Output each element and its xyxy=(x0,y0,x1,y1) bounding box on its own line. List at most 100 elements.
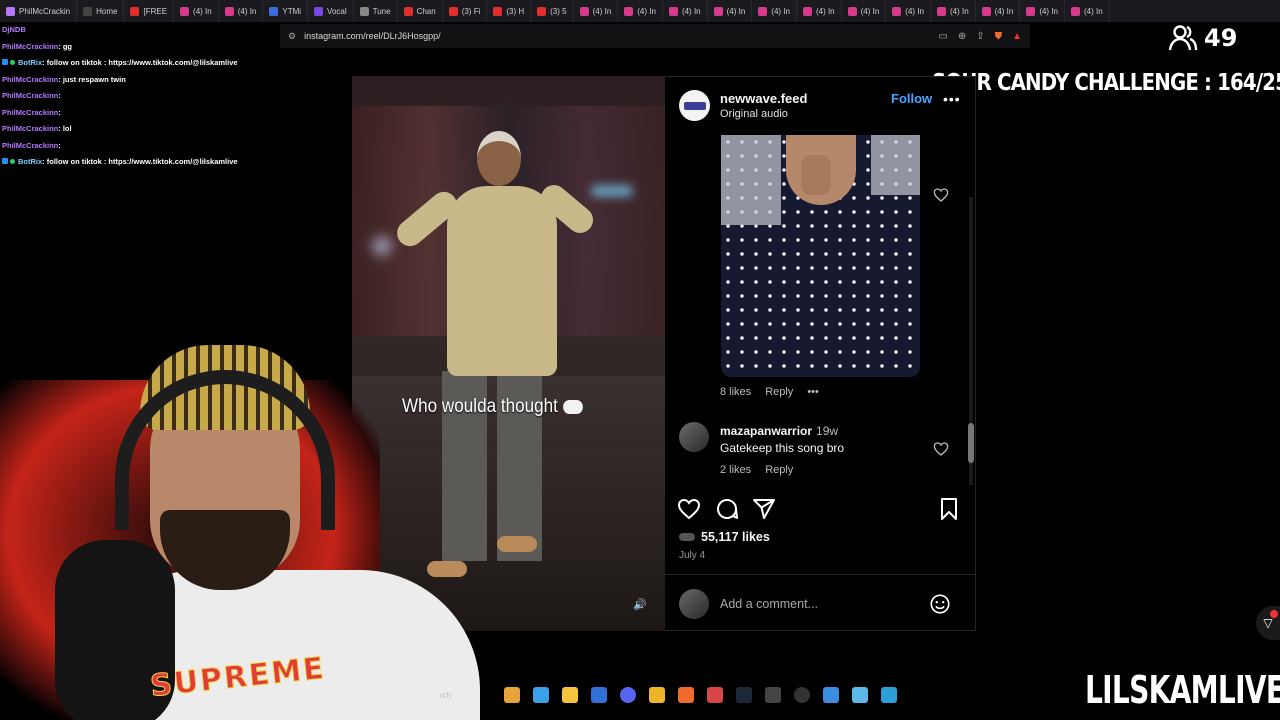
comments-list[interactable]: 8 likes Reply ••• mazapanwarrior 19w Gate… xyxy=(665,135,975,485)
likes-count[interactable]: 55,117 likes xyxy=(679,530,770,544)
app-icon[interactable] xyxy=(765,687,782,703)
likes-count-text[interactable]: 55,117 likes xyxy=(701,530,770,544)
scrollbar-thumb[interactable] xyxy=(968,423,974,463)
brave-shield-icon[interactable]: ⛊ xyxy=(995,31,1003,42)
tab-label: (4) In xyxy=(949,6,969,16)
audio-label[interactable]: Original audio xyxy=(720,108,788,120)
post-header: newwave.feed Original audio Follow ••• xyxy=(665,77,975,135)
browser-tab[interactable]: Tune xyxy=(354,0,398,22)
comment-likes[interactable]: 2 likes xyxy=(720,464,751,476)
browser-tab[interactable]: Vocal xyxy=(308,0,354,22)
notepad-icon[interactable] xyxy=(852,687,869,703)
post-actions xyxy=(665,495,975,525)
copilot-icon[interactable] xyxy=(533,687,550,703)
browser-tab[interactable]: Chan xyxy=(398,0,443,22)
tab-favicon-icon xyxy=(713,6,723,16)
browser-tab[interactable]: (4) In xyxy=(976,0,1021,22)
zoom-icon[interactable]: ⊕ xyxy=(958,31,966,42)
chat-text: : follow on tiktok : https://www.tiktok.… xyxy=(42,58,238,67)
chat-message: PhilMcCrackinn: xyxy=(2,88,342,105)
image-sky xyxy=(871,135,920,195)
more-options-icon[interactable]: ••• xyxy=(943,91,961,107)
browser-tab[interactable]: (3) H xyxy=(487,0,532,22)
chat-username[interactable]: PhilMcCrackinn xyxy=(2,75,58,84)
chat-text: : follow on tiktok : https://www.tiktok.… xyxy=(42,157,238,166)
chat-text: : just respawn twin xyxy=(58,74,126,84)
discord-icon[interactable] xyxy=(620,687,637,703)
browser-tab[interactable]: (4) In xyxy=(886,0,931,22)
browser-tab[interactable]: YTMi xyxy=(263,0,309,22)
account-username[interactable]: newwave.feed xyxy=(720,91,807,106)
browser-tab[interactable]: Home xyxy=(77,0,125,22)
browser-tab[interactable]: (4) In xyxy=(752,0,797,22)
photos-icon[interactable] xyxy=(823,687,840,703)
taskbar-search[interactable]: rch xyxy=(440,691,451,700)
telegram-icon[interactable] xyxy=(881,687,898,703)
app-icon[interactable] xyxy=(794,687,811,703)
store-icon[interactable] xyxy=(591,687,608,703)
browser-tab[interactable]: (4) In xyxy=(842,0,887,22)
comment-image[interactable] xyxy=(721,135,920,377)
share-page-icon[interactable]: ⇪ xyxy=(976,31,984,42)
browser-tab[interactable]: (4) In xyxy=(708,0,753,22)
heart-icon[interactable] xyxy=(933,187,949,203)
heart-icon[interactable] xyxy=(933,441,949,457)
comment-options-icon[interactable]: ••• xyxy=(807,386,819,398)
emoji-icon[interactable] xyxy=(929,593,951,615)
app-icon[interactable] xyxy=(649,687,666,703)
app-icon[interactable] xyxy=(707,687,724,703)
tab-label: Tune xyxy=(372,6,391,16)
chat-username[interactable]: PhilMcCrackinn xyxy=(2,91,58,100)
browser-tab[interactable]: (3) 5 xyxy=(531,0,574,22)
browser-tab[interactable]: PhilMcCrackin xyxy=(0,0,78,22)
side-widget[interactable]: ▽ xyxy=(1256,606,1280,640)
chat-username[interactable]: BotRix xyxy=(18,58,42,67)
brave-icon[interactable] xyxy=(678,687,695,703)
verified-badge-icon xyxy=(10,60,15,65)
tab-favicon-icon xyxy=(448,6,458,16)
browser-tab[interactable]: (4) In xyxy=(1065,0,1110,22)
chat-username[interactable]: DjNDB xyxy=(2,25,26,34)
browser-tab[interactable]: (4) In xyxy=(174,0,219,22)
tab-favicon-icon xyxy=(981,6,991,16)
comments-scrollbar[interactable] xyxy=(967,193,975,485)
bookmark-icon[interactable] xyxy=(937,497,961,521)
chat-username[interactable]: PhilMcCrackinn xyxy=(2,141,58,150)
browser-tab[interactable]: (4) In xyxy=(219,0,264,22)
browser-tab[interactable]: (4) In xyxy=(663,0,708,22)
commenter-avatar[interactable] xyxy=(679,422,709,452)
steam-icon[interactable] xyxy=(736,687,753,703)
chat-username[interactable]: PhilMcCrackinn xyxy=(2,124,58,133)
address-bar[interactable]: ⚙ instagram.com/reel/DLrJ6Hosgpp/ ▭ ⊕ ⇪ … xyxy=(280,24,1030,48)
browser-tab[interactable]: (4) In xyxy=(797,0,842,22)
widgets-icon[interactable] xyxy=(504,687,521,703)
comment-likes[interactable]: 8 likes xyxy=(720,386,751,398)
tab-favicon-icon xyxy=(936,6,946,16)
browser-tab[interactable]: (4) In xyxy=(618,0,663,22)
reply-button[interactable]: Reply xyxy=(765,386,793,398)
browser-tab[interactable]: (4) In xyxy=(1020,0,1065,22)
rewards-icon[interactable]: ▲ xyxy=(1012,31,1022,42)
heart-icon[interactable] xyxy=(677,497,701,521)
chat-username[interactable]: BotRix xyxy=(18,157,42,166)
image-hand xyxy=(801,155,831,195)
chat-username[interactable]: PhilMcCrackinn xyxy=(2,42,58,51)
follow-button[interactable]: Follow xyxy=(891,91,932,106)
add-comment-input[interactable] xyxy=(720,595,920,613)
browser-tab[interactable]: (4) In xyxy=(574,0,619,22)
cast-icon[interactable]: ▭ xyxy=(938,31,947,42)
browser-tab[interactable]: [FREE xyxy=(124,0,175,22)
share-icon[interactable] xyxy=(752,497,776,521)
comment-icon[interactable] xyxy=(715,497,739,521)
commenter-username[interactable]: mazapanwarrior xyxy=(720,424,812,438)
browser-tab[interactable]: (4) In xyxy=(931,0,976,22)
tab-label: (3) Fi xyxy=(461,6,481,16)
browser-tab[interactable]: (3) Fi xyxy=(443,0,488,22)
reply-button[interactable]: Reply xyxy=(765,464,793,476)
tab-label: (4) In xyxy=(237,6,257,16)
tab-label: Chan xyxy=(416,6,436,16)
file-explorer-icon[interactable] xyxy=(562,687,579,703)
volume-icon[interactable]: 🔊 xyxy=(632,598,648,614)
account-avatar[interactable] xyxy=(679,90,710,121)
chat-username[interactable]: PhilMcCrackinn xyxy=(2,108,58,117)
